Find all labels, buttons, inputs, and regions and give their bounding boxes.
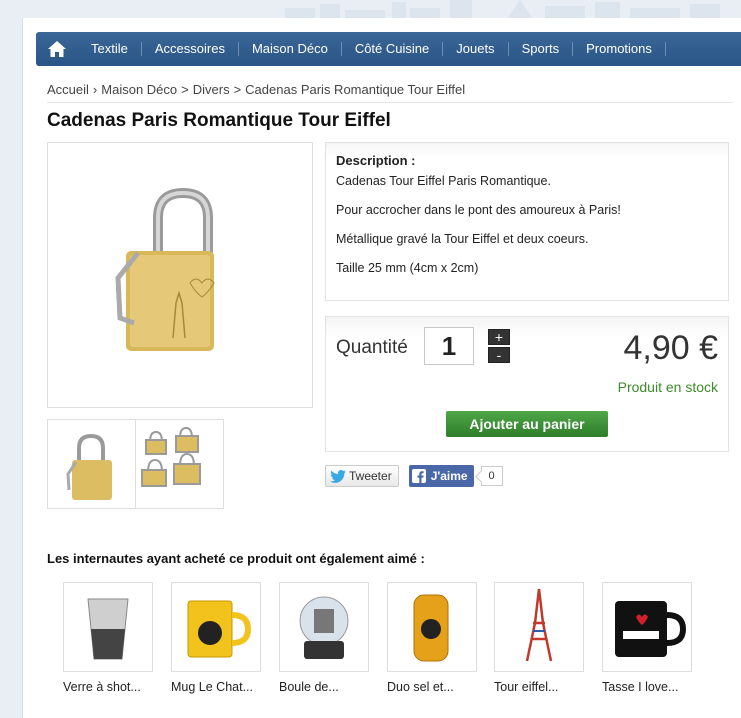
padlock-image (115, 187, 215, 351)
breadcrumb-separator: › (92, 82, 98, 97)
breadcrumb-current: Cadenas Paris Romantique Tour Eiffel (245, 82, 466, 97)
facebook-icon (411, 469, 426, 483)
nav-item-cote-cuisine[interactable]: Côté Cuisine (342, 42, 444, 56)
related-product-image[interactable] (602, 582, 692, 672)
salt-pepper-image (413, 594, 449, 662)
home-button[interactable] (36, 32, 78, 66)
quantity-decrement-button[interactable]: - (488, 347, 510, 363)
related-product[interactable]: Duo sel et... (387, 582, 479, 694)
nav-item-textile[interactable]: Textile (78, 42, 142, 56)
description-line: Taille 25 mm (4cm x 2cm) (336, 261, 479, 275)
related-product-name[interactable]: Duo sel et... (387, 680, 479, 694)
thumbnail-padlock-set[interactable] (135, 419, 224, 509)
nav-item-maison-deco[interactable]: Maison Déco (239, 42, 342, 56)
product-description: Description : Cadenas Tour Eiffel Paris … (325, 142, 729, 301)
breadcrumb-separator: > (181, 82, 189, 97)
related-product[interactable]: Boule de... (279, 582, 371, 694)
shot-glass-image (87, 598, 129, 660)
breadcrumb-divers[interactable]: Divers (193, 82, 230, 97)
nav-item-sports[interactable]: Sports (509, 42, 574, 56)
padlock-set-thumbnail-image (141, 426, 201, 487)
mug-chat-noir-image (187, 600, 252, 658)
related-product-image[interactable] (63, 582, 153, 672)
add-to-cart-button[interactable]: Ajouter au panier (446, 411, 608, 437)
nav-item-jouets[interactable]: Jouets (443, 42, 509, 56)
nav-item-accessoires[interactable]: Accessoires (142, 42, 239, 56)
related-product-image[interactable] (387, 582, 477, 672)
quantity-label: Quantité (336, 337, 408, 358)
related-product-name[interactable]: Tour eiffel... (494, 680, 586, 694)
stock-status: Produit en stock (617, 379, 718, 395)
related-product-image[interactable] (279, 582, 369, 672)
facebook-like-label: J'aime (430, 469, 468, 483)
related-product[interactable]: Tour eiffel... (494, 582, 586, 694)
product-price: 4,90 € (623, 329, 718, 367)
breadcrumb-accueil[interactable]: Accueil (47, 82, 89, 97)
product-main-image[interactable] (47, 142, 313, 408)
snow-globe-image (299, 596, 349, 659)
thumbnail-padlock[interactable] (47, 419, 136, 509)
description-line: Pour accrocher dans le pont des amoureux… (336, 203, 621, 217)
purchase-box: Quantité + - 4,90 € Produit en stock Ajo… (325, 316, 729, 452)
nav-item-promotions[interactable]: Promotions (573, 42, 666, 56)
quantity-input[interactable] (424, 327, 474, 365)
related-product-name[interactable]: Mug Le Chat... (171, 680, 263, 694)
facebook-like-count: 0 (480, 466, 503, 486)
thumbnail-strip (47, 419, 224, 509)
related-product-name[interactable]: Boule de... (279, 680, 371, 694)
page-container: Textile Accessoires Maison Déco Côté Cui… (22, 18, 741, 718)
page-title: Cadenas Paris Romantique Tour Eiffel (47, 110, 391, 131)
social-buttons: Tweeter J'aime 0 (325, 465, 503, 487)
tweet-button[interactable]: Tweeter (325, 465, 399, 487)
twitter-bird-icon (330, 469, 346, 483)
description-line: Cadenas Tour Eiffel Paris Romantique. (336, 174, 551, 188)
description-line: Métallique gravé la Tour Eiffel et deux … (336, 232, 589, 246)
home-icon (48, 41, 66, 57)
breadcrumb-maison-deco[interactable]: Maison Déco (101, 82, 177, 97)
tweet-label: Tweeter (349, 469, 392, 483)
related-product[interactable]: Tasse I love... (602, 582, 694, 694)
breadcrumb: Accueil › Maison Déco > Divers > Cadenas Paris… (47, 82, 733, 103)
related-product[interactable]: Mug Le Chat... (171, 582, 263, 694)
related-product-image[interactable] (494, 582, 584, 672)
also-bought-heading: Les internautes ayant acheté ce produit … (47, 551, 425, 566)
description-heading: Description : (336, 153, 416, 168)
mug-i-love-paris-image (615, 601, 687, 657)
related-product-name[interactable]: Verre à shot... (63, 680, 155, 694)
eiffel-tower-image (525, 588, 553, 662)
quantity-increment-button[interactable]: + (488, 329, 510, 345)
related-product[interactable]: Verre à shot... (63, 582, 155, 694)
main-nav: Textile Accessoires Maison Déco Côté Cui… (36, 32, 741, 66)
related-product-image[interactable] (171, 582, 261, 672)
breadcrumb-separator: > (233, 82, 242, 97)
facebook-like-button[interactable]: J'aime (408, 465, 474, 487)
padlock-thumbnail-image (66, 433, 112, 500)
related-product-name[interactable]: Tasse I love... (602, 680, 694, 694)
